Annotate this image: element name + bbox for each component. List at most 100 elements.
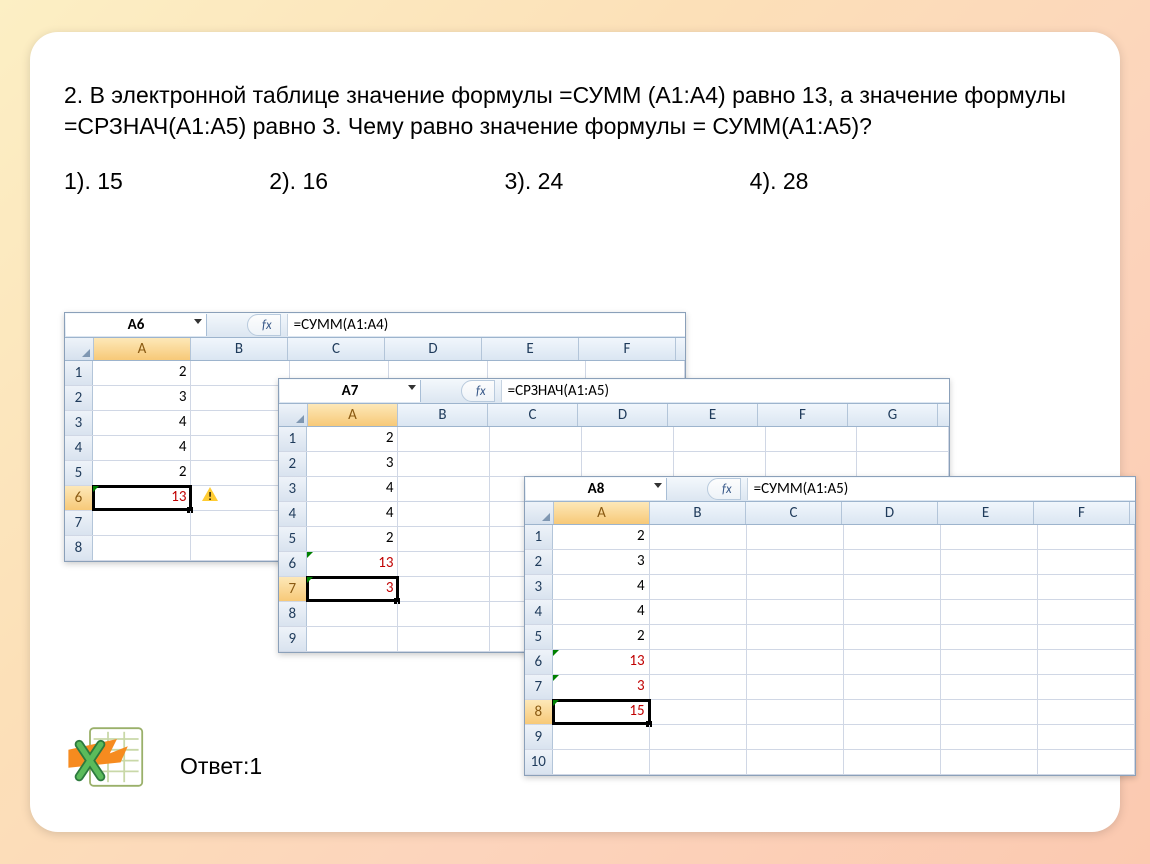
dropdown-icon[interactable] bbox=[194, 319, 202, 324]
col-header-F[interactable]: F bbox=[579, 338, 676, 360]
cell[interactable] bbox=[941, 650, 1038, 674]
cell[interactable] bbox=[1038, 525, 1135, 549]
select-all-corner[interactable] bbox=[525, 502, 554, 524]
col-header-B[interactable]: B bbox=[650, 502, 746, 524]
select-all-corner[interactable] bbox=[279, 404, 308, 426]
fx-button[interactable]: fx bbox=[461, 380, 495, 402]
cell[interactable] bbox=[747, 700, 844, 724]
col-header-G[interactable]: G bbox=[848, 404, 938, 426]
cell[interactable] bbox=[398, 627, 490, 651]
cell[interactable] bbox=[941, 675, 1038, 699]
cell[interactable] bbox=[766, 452, 858, 476]
dropdown-icon[interactable] bbox=[654, 483, 662, 488]
cell[interactable] bbox=[398, 477, 490, 501]
cell[interactable] bbox=[650, 675, 747, 699]
col-header-F[interactable]: F bbox=[758, 404, 848, 426]
cell[interactable] bbox=[747, 725, 844, 749]
cell[interactable]: 4 bbox=[553, 575, 650, 599]
row-header[interactable]: 6 bbox=[65, 486, 93, 510]
col-header-A[interactable]: A bbox=[554, 502, 650, 524]
cell[interactable]: 15 bbox=[553, 700, 650, 724]
cell[interactable] bbox=[844, 575, 941, 599]
select-all-corner[interactable] bbox=[65, 338, 94, 360]
cell[interactable] bbox=[941, 550, 1038, 574]
cell[interactable] bbox=[650, 575, 747, 599]
col-header-E[interactable]: E bbox=[938, 502, 1034, 524]
cell[interactable] bbox=[650, 550, 747, 574]
cell[interactable] bbox=[747, 600, 844, 624]
row-header[interactable]: 3 bbox=[525, 575, 553, 599]
fx-button[interactable]: fx bbox=[707, 478, 741, 500]
col-header-C[interactable]: C bbox=[488, 404, 578, 426]
cell[interactable] bbox=[650, 525, 747, 549]
row-header[interactable]: 7 bbox=[65, 511, 93, 535]
warning-icon[interactable]: ! bbox=[201, 485, 219, 503]
cell[interactable] bbox=[766, 427, 858, 451]
col-header-A[interactable]: A bbox=[308, 404, 398, 426]
cell[interactable] bbox=[650, 600, 747, 624]
cell[interactable] bbox=[941, 575, 1038, 599]
cell[interactable] bbox=[398, 502, 490, 526]
cell[interactable] bbox=[857, 427, 949, 451]
cell[interactable] bbox=[844, 650, 941, 674]
row-header[interactable]: 5 bbox=[525, 625, 553, 649]
row-header[interactable]: 2 bbox=[525, 550, 553, 574]
cell[interactable] bbox=[674, 452, 766, 476]
cell[interactable] bbox=[844, 525, 941, 549]
cell[interactable] bbox=[747, 550, 844, 574]
cell[interactable] bbox=[191, 386, 290, 410]
cell[interactable] bbox=[650, 700, 747, 724]
row-header[interactable]: 6 bbox=[525, 650, 553, 674]
cell[interactable] bbox=[844, 675, 941, 699]
row-header[interactable]: 2 bbox=[279, 452, 307, 476]
cell[interactable]: 3 bbox=[553, 675, 650, 699]
cell[interactable] bbox=[941, 700, 1038, 724]
row-header[interactable]: 9 bbox=[525, 725, 553, 749]
cell[interactable] bbox=[650, 725, 747, 749]
col-header-E[interactable]: E bbox=[668, 404, 758, 426]
cell[interactable]: 2 bbox=[93, 361, 192, 385]
row-header[interactable]: 6 bbox=[279, 552, 307, 576]
cell[interactable] bbox=[747, 675, 844, 699]
cell[interactable]: 4 bbox=[93, 436, 192, 460]
formula-input[interactable]: =СРЗНАЧ(A1:A5) bbox=[501, 380, 949, 402]
cell[interactable] bbox=[844, 600, 941, 624]
row-header[interactable]: 8 bbox=[525, 700, 553, 724]
cell[interactable] bbox=[941, 525, 1038, 549]
cell[interactable]: 4 bbox=[553, 600, 650, 624]
cell[interactable] bbox=[93, 536, 192, 560]
fx-button[interactable]: fx bbox=[247, 314, 281, 336]
row-header[interactable]: 3 bbox=[65, 411, 93, 435]
name-box[interactable]: A7 bbox=[280, 380, 421, 402]
row-header[interactable]: 5 bbox=[65, 461, 93, 485]
cell[interactable] bbox=[398, 577, 490, 601]
cell[interactable]: 4 bbox=[93, 411, 192, 435]
cell[interactable] bbox=[1038, 550, 1135, 574]
row-header[interactable]: 3 bbox=[279, 477, 307, 501]
col-header-F[interactable]: F bbox=[1034, 502, 1130, 524]
formula-input[interactable]: =СУММ(A1:A4) bbox=[287, 314, 685, 336]
cell[interactable]: 2 bbox=[553, 525, 650, 549]
col-header-B[interactable]: B bbox=[191, 338, 288, 360]
cell[interactable] bbox=[1038, 575, 1135, 599]
cell[interactable] bbox=[844, 725, 941, 749]
cell[interactable] bbox=[398, 527, 490, 551]
cell[interactable] bbox=[398, 427, 490, 451]
row-header[interactable]: 8 bbox=[279, 602, 307, 626]
cell[interactable] bbox=[1038, 625, 1135, 649]
cell[interactable] bbox=[398, 602, 490, 626]
cell[interactable] bbox=[747, 525, 844, 549]
cell[interactable] bbox=[307, 602, 399, 626]
cell[interactable] bbox=[582, 427, 674, 451]
row-header[interactable]: 5 bbox=[279, 527, 307, 551]
cell[interactable]: 4 bbox=[307, 477, 399, 501]
col-header-C[interactable]: C bbox=[746, 502, 842, 524]
cell[interactable] bbox=[1038, 675, 1135, 699]
cell[interactable] bbox=[398, 452, 490, 476]
cell[interactable] bbox=[857, 452, 949, 476]
cell[interactable]: 3 bbox=[93, 386, 192, 410]
row-header[interactable]: 1 bbox=[525, 525, 553, 549]
cell[interactable] bbox=[490, 452, 582, 476]
name-box[interactable]: A6 bbox=[66, 314, 207, 336]
cell[interactable]: 2 bbox=[93, 461, 192, 485]
